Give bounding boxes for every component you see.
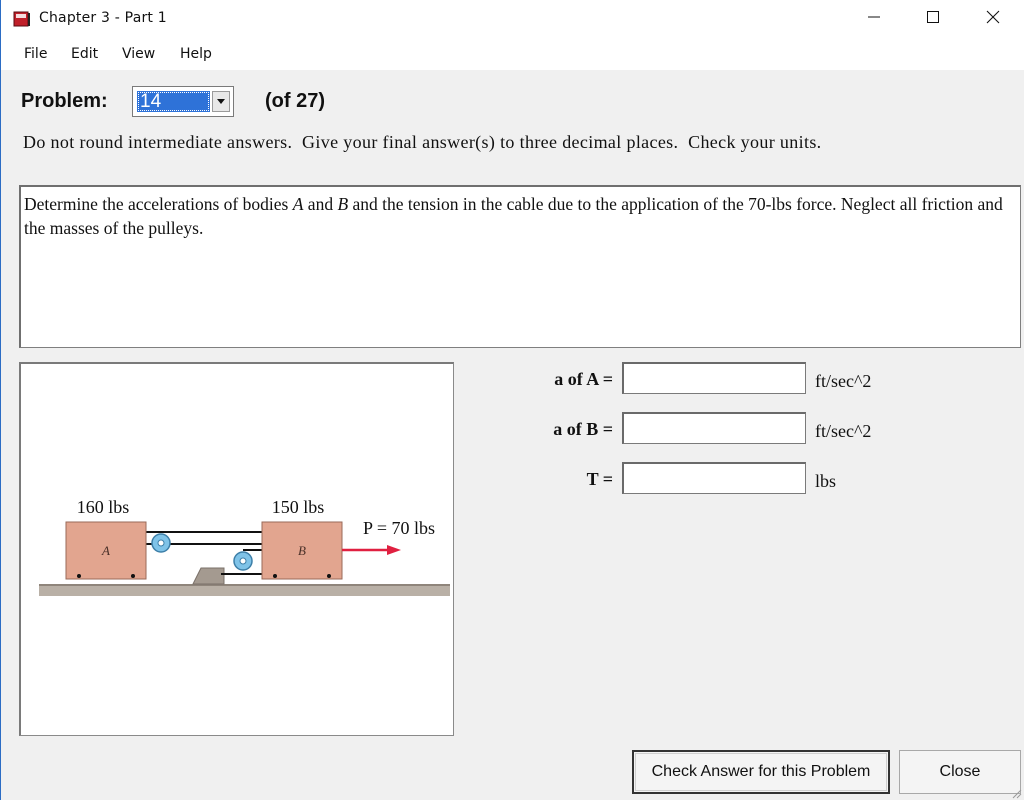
wheel-a1 <box>77 574 81 578</box>
pulley-a-hub <box>157 539 165 547</box>
figure-diagram: 160 lbs 150 lbs P = 70 lbs A B <box>39 497 450 596</box>
answer-label-t: T = <box>586 469 613 489</box>
block-a-label: A <box>101 543 110 558</box>
force-label: P = 70 lbs <box>363 518 435 538</box>
chevron-down-icon[interactable] <box>212 91 230 112</box>
menu-bar: File Edit View Help <box>1 38 1024 70</box>
menu-view[interactable]: View <box>122 46 155 62</box>
problem-label: Problem: <box>21 90 108 112</box>
answer-label-a: a of A = <box>554 369 613 389</box>
menu-help[interactable]: Help <box>180 46 212 62</box>
title-bar: Chapter 3 - Part 1 <box>1 0 1024 38</box>
wheel-b2 <box>327 574 331 578</box>
answer-unit-b: ft/sec^2 <box>815 421 872 441</box>
book-icon <box>12 10 32 28</box>
close-button[interactable]: Close <box>899 750 1021 794</box>
problem-figure: 160 lbs 150 lbs P = 70 lbs A B <box>19 362 454 736</box>
pulley-support <box>192 567 225 585</box>
pulley-fixed-hub <box>239 557 247 565</box>
statement-body-a: A <box>292 194 304 214</box>
statement-part-2: and <box>303 194 338 214</box>
answer-input-b[interactable] <box>622 412 806 444</box>
minimize-icon <box>867 10 881 29</box>
ground-edge <box>39 584 450 586</box>
wheel-a2 <box>131 574 135 578</box>
minimize-button[interactable] <box>845 0 903 38</box>
problem-statement: Determine the accelerations of bodies A … <box>21 187 1020 245</box>
answer-input-t[interactable] <box>622 462 806 494</box>
block-b-label: B <box>298 543 306 558</box>
statement-body-b: B <box>337 194 349 214</box>
menu-edit[interactable]: Edit <box>71 46 98 62</box>
window-title: Chapter 3 - Part 1 <box>39 10 167 26</box>
weight-a-label: 160 lbs <box>77 497 130 517</box>
answer-label-b: a of B = <box>553 419 613 439</box>
answer-unit-t: lbs <box>815 471 837 491</box>
problem-statement-box: Determine the accelerations of bodies A … <box>19 185 1021 348</box>
answer-unit-a: ft/sec^2 <box>815 371 872 391</box>
instructions-text: Do not round intermediate answers. Give … <box>23 132 822 152</box>
force-arrow-head <box>387 545 401 555</box>
maximize-icon <box>926 10 940 29</box>
weight-b-label: 150 lbs <box>272 497 325 517</box>
problem-total: (of 27) <box>265 90 325 112</box>
app-window: Chapter 3 - Part 1 File Edit View Help P… <box>0 0 1024 800</box>
answer-input-a[interactable] <box>622 362 806 394</box>
close-window-button[interactable] <box>964 0 1022 38</box>
check-answer-button[interactable]: Check Answer for this Problem <box>632 750 890 794</box>
resize-grip-icon[interactable] <box>1010 786 1022 799</box>
maximize-button[interactable] <box>904 0 962 38</box>
problem-number-select[interactable]: 14 <box>132 86 234 117</box>
menu-file[interactable]: File <box>24 46 47 62</box>
statement-part-1: Determine the accelerations of bodies <box>24 194 293 214</box>
wheel-b1 <box>273 574 277 578</box>
problem-number-value: 14 <box>137 91 210 112</box>
close-icon <box>986 10 1000 29</box>
